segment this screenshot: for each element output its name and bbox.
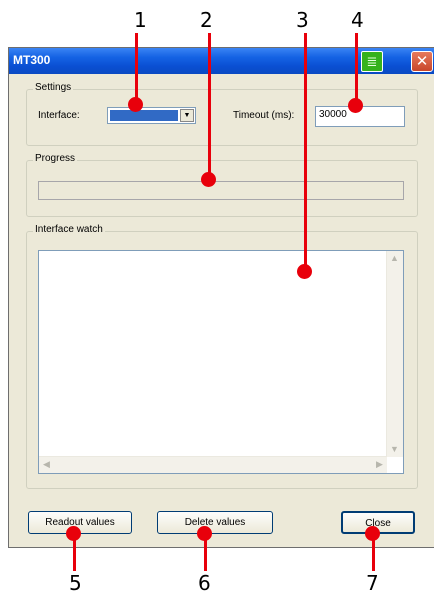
callout-marker-1 xyxy=(128,97,143,112)
callout-marker-4 xyxy=(348,98,363,113)
window-title: MT300 xyxy=(13,53,51,67)
interface-selected-value xyxy=(110,110,178,121)
scroll-down-icon[interactable]: ▼ xyxy=(387,442,402,457)
title-bar[interactable]: MT300 ≣ ✕ xyxy=(9,48,434,74)
callout-number-7: 7 xyxy=(366,571,379,595)
callout-marker-3 xyxy=(297,264,312,279)
scroll-up-icon[interactable]: ▲ xyxy=(387,251,402,266)
delete-values-button[interactable]: Delete values xyxy=(157,511,273,534)
scroll-right-icon[interactable]: ▶ xyxy=(372,457,387,472)
callout-marker-6 xyxy=(197,526,212,541)
callout-line-2 xyxy=(208,33,211,177)
settings-group-label: Settings xyxy=(33,82,74,93)
callout-number-6: 6 xyxy=(198,571,211,595)
chevron-down-icon[interactable]: ▼ xyxy=(180,109,194,122)
callout-line-1 xyxy=(135,33,138,105)
callout-number-5: 5 xyxy=(69,571,82,595)
callout-number-4: 4 xyxy=(351,8,364,32)
callout-line-3 xyxy=(304,33,307,271)
horizontal-scrollbar[interactable]: ◀ ▶ xyxy=(39,456,387,473)
interface-watch-group-label: Interface watch xyxy=(33,224,105,235)
callout-marker-2 xyxy=(201,172,216,187)
callout-number-3: 3 xyxy=(296,8,309,32)
interface-select[interactable]: ▼ xyxy=(107,107,196,124)
callout-marker-5 xyxy=(66,526,81,541)
callout-number-1: 1 xyxy=(134,8,147,32)
window-close-button[interactable]: ✕ xyxy=(411,51,433,72)
callout-line-4 xyxy=(355,33,358,106)
interface-label: Interface: xyxy=(38,110,80,121)
timeout-label: Timeout (ms): xyxy=(233,110,295,121)
chart-icon: ≣ xyxy=(361,51,383,72)
callout-number-2: 2 xyxy=(200,8,213,32)
interface-watch-textarea[interactable]: ▲ ▼ ◀ ▶ xyxy=(38,250,404,474)
scroll-left-icon[interactable]: ◀ xyxy=(39,457,54,472)
progress-group-label: Progress xyxy=(33,153,78,164)
progress-bar xyxy=(38,181,404,200)
vertical-scrollbar[interactable]: ▲ ▼ xyxy=(386,251,403,457)
callout-marker-7 xyxy=(365,526,380,541)
